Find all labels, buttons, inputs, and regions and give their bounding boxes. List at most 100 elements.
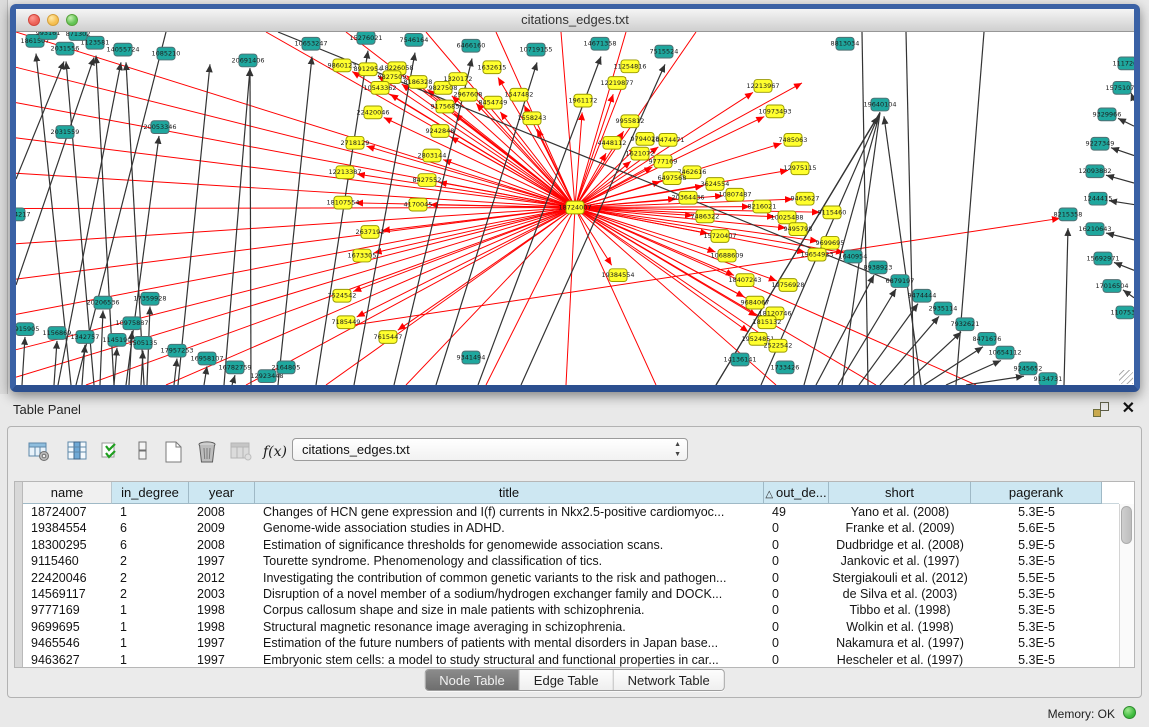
header-filler <box>1102 482 1119 504</box>
table-row[interactable]: 1872400712008Changes of HCN gene express… <box>23 504 1119 520</box>
table-toolbar: f(x) citations_edges.txt ▲▼ <box>16 435 1116 471</box>
graph-node-label: 1558243 <box>518 114 547 122</box>
table-cell: 2 <box>112 570 189 586</box>
graph-node-label: 4448112 <box>598 139 627 147</box>
graph-edge <box>956 32 984 385</box>
table-cell: Estimation of significance thresholds fo… <box>255 537 764 553</box>
table-selector-value: citations_edges.txt <box>302 442 410 457</box>
tab-edge-table[interactable]: Edge Table <box>520 670 614 690</box>
table-cell: 0 <box>764 553 829 569</box>
table-cell: Embryonic stem cells: a model to study s… <box>255 652 764 667</box>
graph-node-label: 7615447 <box>374 333 403 341</box>
table-cell: 1 <box>112 652 189 667</box>
show-column-icon[interactable] <box>62 437 92 467</box>
table-cell: 0 <box>764 537 829 553</box>
graph-node-label: 8454749 <box>479 99 508 107</box>
graph-node-label: 19756928 <box>771 281 804 289</box>
graph-node-label: 8427552 <box>413 176 442 184</box>
network-window[interactable]: citations_edges.txt 18615072031556112358… <box>10 4 1140 392</box>
table-row[interactable]: 1456911722003Disruption of a novel membe… <box>23 586 1119 602</box>
column-header-name[interactable]: name <box>23 482 112 504</box>
table-row[interactable]: 977716911998Corpus callosum shape and si… <box>23 602 1119 618</box>
column-header-pagerank[interactable]: pagerank <box>971 482 1102 504</box>
column-header-year[interactable]: year <box>189 482 255 504</box>
table-cell: 0 <box>764 619 829 635</box>
graph-node-label: 1107533 <box>1111 308 1134 316</box>
delete-icon[interactable] <box>192 437 222 467</box>
resize-grip-icon[interactable] <box>1119 370 1133 384</box>
graph-edge <box>575 208 777 281</box>
graph-edge <box>114 348 117 385</box>
tab-network-table[interactable]: Network Table <box>614 670 724 690</box>
graph-node-label: 1145190 <box>103 336 132 344</box>
float-panel-icon[interactable] <box>1093 402 1109 417</box>
graph-node-label: 1547482 <box>505 91 534 99</box>
table-cell: 19384554 <box>23 520 112 536</box>
table-cell: 5.5E-5 <box>971 570 1102 586</box>
table-cell: 5.3E-5 <box>971 635 1102 651</box>
new-document-icon[interactable] <box>158 437 188 467</box>
graph-node-label: 8216021 <box>748 203 777 211</box>
graph-edge <box>566 208 575 385</box>
graph-node-label: 12975115 <box>783 164 816 172</box>
memory-status-label: Memory: OK <box>1048 707 1115 721</box>
table-cell: 5.3E-5 <box>971 553 1102 569</box>
graph-node-label: 2718129 <box>341 139 370 147</box>
graph-node-label: 20206536 <box>86 299 119 307</box>
graph-node-label: 9245652 <box>1014 364 1043 372</box>
graph-node-label: 16210643 <box>1078 225 1111 233</box>
graph-edge <box>575 208 612 266</box>
graph-node-label: 15276021 <box>349 34 382 42</box>
graph-node-label: 10025488 <box>770 213 803 221</box>
table-cell: Tourette syndrome. Phenomenology and cla… <box>255 553 764 569</box>
tab-node-table[interactable]: Node Table <box>425 670 520 690</box>
graph-node-label: 15692971 <box>1086 255 1119 263</box>
graph-edge <box>842 112 880 385</box>
column-header-title[interactable]: title <box>255 482 764 504</box>
table-row[interactable]: 2242004622012Investigating the contribut… <box>23 570 1119 586</box>
table-row[interactable]: 946554611997Estimation of the future num… <box>23 635 1119 651</box>
scrollbar-thumb[interactable] <box>1121 506 1132 544</box>
graph-node-label: 7932621 <box>951 320 980 328</box>
table-row[interactable]: 1830029562008Estimation of significance … <box>23 537 1119 553</box>
column-header-short[interactable]: short <box>829 482 971 504</box>
network-canvas[interactable]: 1861507203155611235811405572499316187130… <box>16 32 1134 385</box>
table-row[interactable]: 969969511998Structural magnetic resonanc… <box>23 619 1119 635</box>
close-panel-icon[interactable]: ✕ <box>1122 398 1135 418</box>
graph-node-label: 10654112 <box>988 349 1021 357</box>
table-cell: Dudbridge et al. (2008) <box>829 537 971 553</box>
graph-node-label: 1085210 <box>152 50 181 58</box>
select-all-check-icon[interactable] <box>96 437 126 467</box>
graph-node-label: 1632615 <box>478 63 507 71</box>
rows-icon[interactable] <box>128 437 158 467</box>
table-cell: 18724007 <box>23 504 112 520</box>
graph-edge <box>1118 118 1134 126</box>
function-icon[interactable]: f(x) <box>260 437 290 467</box>
graph-node-label: 9134731 <box>1034 375 1063 383</box>
table-row[interactable]: 1938455462009Genome-wide association stu… <box>23 520 1119 536</box>
table-cell: 9463627 <box>23 652 112 667</box>
table-row[interactable]: 911546021997Tourette syndrome. Phenomeno… <box>23 553 1119 569</box>
table-settings-icon[interactable] <box>24 437 54 467</box>
graph-node-label: 1733426 <box>771 363 800 371</box>
table-cell: 5.9E-5 <box>971 537 1102 553</box>
graph-edge <box>224 68 250 385</box>
vertical-scrollbar[interactable] <box>1119 504 1134 667</box>
table-row[interactable]: 946362711997Embryonic stem cells: a mode… <box>23 652 1119 667</box>
graph-node-label: 18107554 <box>326 199 359 207</box>
graph-edge <box>1114 262 1134 270</box>
import-table-icon[interactable] <box>226 437 256 467</box>
table-cell: 1998 <box>189 602 255 618</box>
graph-node-label: 10688609 <box>710 252 743 260</box>
column-header-out_de[interactable]: △out_de... <box>764 482 829 504</box>
graph-node-label: 1244415 <box>1084 195 1113 203</box>
graph-edge <box>82 345 85 385</box>
graph-node-label: 8215358 <box>1054 210 1083 218</box>
graph-node-label: 8813034 <box>831 40 860 48</box>
graph-edge <box>1064 228 1068 385</box>
graph-edge <box>816 275 874 385</box>
table-selector[interactable]: citations_edges.txt ▲▼ <box>292 438 688 461</box>
network-window-titlebar[interactable]: citations_edges.txt <box>16 9 1134 32</box>
table-cell: 22420046 <box>23 570 112 586</box>
column-header-in_degree[interactable]: in_degree <box>112 482 189 504</box>
